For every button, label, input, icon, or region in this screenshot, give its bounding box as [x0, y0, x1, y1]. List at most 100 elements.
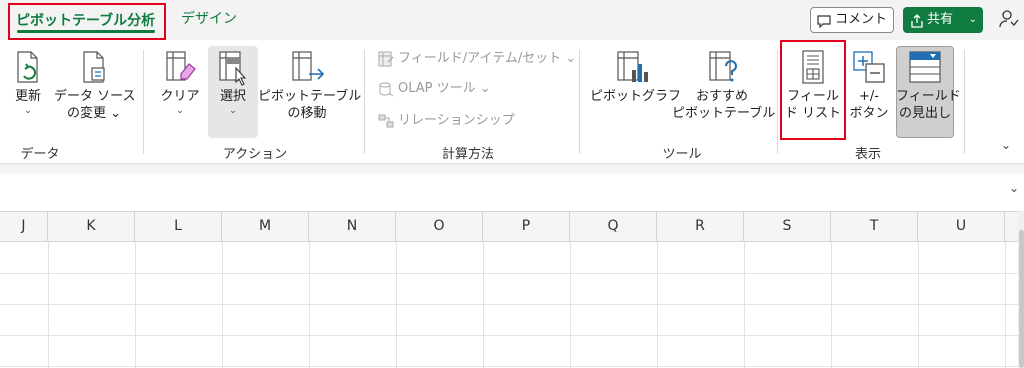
- select-icon: [219, 51, 247, 86]
- expand-formula-bar-chevron-icon[interactable]: ⌄: [1009, 181, 1019, 195]
- olap-tools-button[interactable]: OLAP ツール ⌄: [378, 80, 491, 98]
- field-headers-label-2: の見出し: [898, 106, 951, 121]
- group-separator: [964, 50, 965, 154]
- fields-items-sets-button[interactable]: フィールド/アイテム/セット ⌄: [378, 50, 576, 68]
- comment-button[interactable]: コメント: [810, 7, 894, 33]
- move-pivottable-label-2: の移動: [287, 106, 327, 121]
- vertical-scrollbar-thumb[interactable]: [1019, 230, 1024, 368]
- recommended-pivottables-label-1: おすすめ: [695, 89, 748, 104]
- relationships-label: リレーションシップ: [398, 113, 515, 128]
- move-pivottable-icon: [292, 51, 325, 81]
- change-data-source-icon: [83, 51, 105, 83]
- column-header-q[interactable]: Q: [570, 212, 657, 241]
- group-separator: [777, 50, 778, 154]
- group-label-data: データ: [20, 147, 60, 162]
- select-label: 選択: [219, 89, 246, 104]
- column-header-o[interactable]: O: [396, 212, 483, 241]
- change-data-source-label-2: の変更 ⌄: [66, 106, 122, 121]
- column-header-l[interactable]: L: [135, 212, 222, 241]
- move-pivottable-label-1: ピボットテーブル: [258, 89, 362, 104]
- recommended-pivottables-icon: [709, 51, 737, 82]
- grid-column-line: [309, 242, 310, 368]
- grid-column-line: [657, 242, 658, 368]
- column-header-r[interactable]: R: [657, 212, 744, 241]
- tab-pivottable-analyze[interactable]: ピボットテーブル分析: [8, 3, 166, 40]
- group-label-action: アクション: [222, 147, 288, 162]
- collapse-ribbon-chevron-icon[interactable]: ⌄: [1001, 138, 1011, 152]
- share-dropdown-chevron-icon[interactable]: ⌄: [969, 7, 977, 33]
- fields-items-sets-label: フィールド/アイテム/セット ⌄: [398, 51, 577, 66]
- select-button[interactable]: 選択 ⌄: [210, 48, 256, 117]
- comment-label: コメント: [835, 12, 888, 27]
- pivotchart-label: ピボットグラフ: [590, 89, 682, 104]
- column-header-p[interactable]: P: [483, 212, 570, 241]
- grid-column-line: [483, 242, 484, 368]
- change-data-source-label-1: データ ソース: [54, 89, 136, 104]
- grid-column-line: [1005, 242, 1006, 368]
- move-pivottable-button[interactable]: ピボットテーブル の移動: [258, 48, 362, 122]
- clear-label: クリア: [160, 89, 200, 104]
- recommended-pivottables-button[interactable]: おすすめ ピボットテーブル: [672, 48, 776, 122]
- grid-column-line: [918, 242, 919, 368]
- plus-minus-buttons-button[interactable]: +/- ボタン: [846, 48, 892, 122]
- refresh-button[interactable]: 更新 ⌄: [8, 48, 48, 117]
- change-data-source-button[interactable]: データ ソース の変更 ⌄: [54, 48, 136, 122]
- plus-minus-icon: [853, 51, 885, 83]
- group-separator: [579, 50, 580, 154]
- grid-row-line: [0, 366, 1018, 367]
- ribbon-shadow: [0, 164, 1024, 174]
- column-header-m[interactable]: M: [222, 212, 309, 241]
- person-feedback-icon[interactable]: [998, 9, 1020, 33]
- grid-column-line: [570, 242, 571, 368]
- olap-tools-icon: [379, 82, 394, 96]
- column-header-u[interactable]: U: [918, 212, 1005, 241]
- clear-icon: [166, 51, 196, 81]
- share-button[interactable]: 共有 ⌄: [903, 7, 983, 33]
- clear-dropdown-chevron-icon[interactable]: ⌄: [158, 105, 202, 117]
- olap-tools-label: OLAP ツール ⌄: [398, 81, 491, 96]
- column-header-n[interactable]: N: [309, 212, 396, 241]
- refresh-dropdown-chevron-icon[interactable]: ⌄: [8, 105, 48, 117]
- group-separator: [364, 50, 365, 154]
- clear-button[interactable]: クリア ⌄: [158, 48, 202, 117]
- comment-icon: [817, 13, 831, 37]
- plus-minus-label-2: ボタン: [849, 106, 889, 121]
- column-header-k[interactable]: K: [48, 212, 135, 241]
- refresh-icon: [17, 51, 38, 83]
- group-label-tools: ツール: [662, 147, 702, 162]
- tab-pivottable-analyze-label: ピボットテーブル分析: [16, 13, 156, 29]
- tab-design[interactable]: デザイン: [181, 8, 237, 30]
- share-label: 共有: [927, 12, 954, 27]
- grid-column-line: [744, 242, 745, 368]
- grid-column-line: [222, 242, 223, 368]
- field-headers-icon: [909, 51, 941, 83]
- column-header-s[interactable]: S: [744, 212, 831, 241]
- grid-column-line: [48, 242, 49, 368]
- grid-column-line: [396, 242, 397, 368]
- group-label-show: 表示: [854, 147, 881, 162]
- group-label-calculations: 計算方法: [441, 147, 494, 162]
- share-icon: [910, 12, 924, 38]
- plus-minus-label-1: +/-: [859, 89, 879, 104]
- column-header-row: J K L M N O P Q R S T U: [0, 211, 1018, 242]
- select-dropdown-chevron-icon[interactable]: ⌄: [210, 105, 256, 117]
- recommended-pivottables-label-2: ピボットテーブル: [672, 106, 776, 121]
- refresh-label: 更新: [14, 89, 41, 104]
- grid-row-line: [0, 335, 1018, 336]
- grid-column-line: [135, 242, 136, 368]
- pivotchart-icon: [617, 51, 648, 82]
- column-header-t[interactable]: T: [831, 212, 918, 241]
- column-header-j[interactable]: J: [0, 212, 48, 241]
- field-list-highlight: [780, 40, 846, 140]
- relationships-icon: [378, 114, 394, 127]
- field-headers-button[interactable]: フィールド の見出し: [896, 48, 961, 122]
- field-headers-label-1: フィールド: [896, 89, 961, 104]
- grid-row-line: [0, 304, 1018, 305]
- grid-row-line: [0, 273, 1018, 274]
- fields-items-sets-icon: [378, 51, 394, 66]
- grid-column-line: [831, 242, 832, 368]
- active-tab-underline: [17, 30, 155, 33]
- group-separator: [143, 50, 144, 154]
- pivotchart-button[interactable]: ピボットグラフ: [590, 48, 682, 105]
- relationships-button[interactable]: リレーションシップ: [378, 112, 515, 130]
